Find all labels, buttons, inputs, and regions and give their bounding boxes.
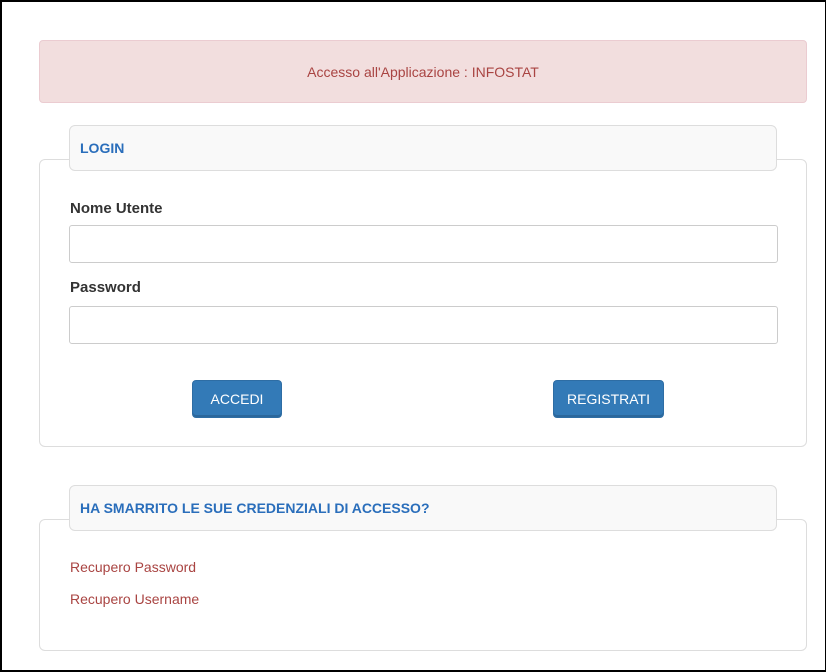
accedi-button[interactable]: ACCEDI (192, 380, 282, 418)
password-label: Password (70, 279, 141, 296)
username-input[interactable] (69, 225, 778, 263)
recover-panel-title: HA SMARRITO LE SUE CREDENZIALI DI ACCESS… (69, 485, 777, 531)
banner-text: Accesso all'Applicazione : INFOSTAT (307, 63, 539, 80)
app-access-banner: Accesso all'Applicazione : INFOSTAT (39, 40, 807, 103)
recover-username-link[interactable]: Recupero Username (70, 591, 199, 607)
login-legend-text: LOGIN (80, 140, 125, 156)
login-panel-title: LOGIN (69, 125, 777, 171)
password-input[interactable] (69, 306, 778, 344)
recover-legend-text: HA SMARRITO LE SUE CREDENZIALI DI ACCESS… (80, 500, 430, 516)
username-label: Nome Utente (70, 200, 163, 217)
registrati-button[interactable]: REGISTRATI (553, 380, 664, 418)
recover-panel (39, 519, 807, 651)
recover-password-link[interactable]: Recupero Password (70, 559, 196, 575)
